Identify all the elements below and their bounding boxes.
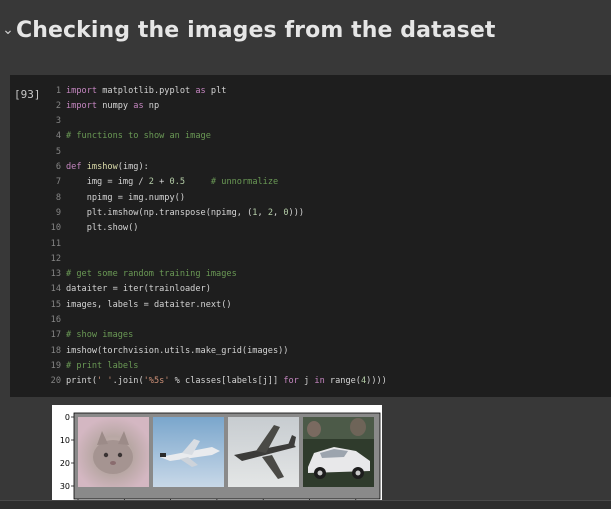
code-line[interactable]: 7 img = img / 2 + 0.5 # unnormalize [10,175,278,190]
code-token: for [283,376,299,387]
section-title: Checking the images from the dataset [16,17,496,43]
code-token: # print labels [66,360,139,371]
code-token: def [66,162,82,172]
execution-count: [93] [14,88,41,101]
horizontal-scrollbar[interactable] [0,500,611,509]
code-line[interactable]: 1 import matplotlib.pyplot as plt [10,83,227,98]
code-token: (img): [117,162,149,172]
code-token: '%5s' [143,376,170,387]
y-axis-ticks: 0 10 20 30 [60,413,74,491]
line-number: 5 [55,146,61,157]
line-number: 15 [50,299,61,310]
code-token: as [195,85,206,96]
code-cell-editor[interactable]: 1 import matplotlib.pyplot as plt 2 import … [10,75,611,397]
code-token: plt.show() [66,223,139,234]
code-token: in [314,376,325,387]
line-number: 10 [50,223,61,234]
code-line[interactable]: 8 npimg = img.numpy() [10,190,185,205]
code-token: matplotlib.pyplot [97,85,196,96]
line-number: 4 [55,131,61,142]
code-line[interactable]: 16 [10,313,66,328]
line-number: 17 [50,330,61,341]
code-token: import [66,100,98,111]
code-token: imshow [86,162,118,172]
code-token: plt [205,85,227,96]
code-token: np [143,100,160,111]
line-number: 12 [50,253,61,264]
y-tick-label: 0 [65,413,70,422]
code-line[interactable]: 5 [10,144,66,159]
code-token: j [298,376,315,387]
code-token: # unnormalize [210,177,279,188]
code-token: ))) [288,207,305,218]
grid-image-airplane [153,417,224,487]
code-token: # show images [66,330,134,341]
code-token: import [66,85,98,96]
code-line[interactable]: 14 dataiter = iter(trainloader) [10,282,211,297]
code-token: .join( [112,376,144,387]
grid-image-cat [78,417,149,487]
code-token: img = img / [66,177,149,188]
line-number: 7 [55,177,61,188]
line-number: 9 [55,207,61,218]
line-number: 18 [50,345,61,356]
code-token: , [257,207,268,218]
code-token: imshow(torchvision.utils.make_grid(image… [66,345,289,356]
code-token: print( [66,376,98,387]
cell-output-image-grid: 0102030 020406080100120 [52,405,382,509]
code-token: as [133,100,144,111]
code-token: % classes[labels[j]] [169,376,284,387]
line-number: 2 [55,100,61,111]
code-token: + [153,177,170,188]
code-line[interactable]: 9 plt.imshow(np.transpose(npimg, (1, 2, … [10,205,304,220]
code-token: ' ' [97,376,113,387]
code-line[interactable]: 10 plt.show() [10,221,139,236]
grid-image-car [303,417,374,487]
code-line[interactable]: 20 print(' ' .join('%5s' % classes[labels[… [10,374,387,389]
line-number: 13 [50,269,61,280]
code-token: )))) [366,376,387,387]
code-token: 0.5 [169,177,186,188]
code-line[interactable]: 18 imshow(torchvision.utils.make_grid(ima… [10,343,289,358]
code-line[interactable]: 3 [10,114,66,129]
line-number: 6 [55,162,61,172]
code-token: # get some random training images [66,269,237,280]
code-token: plt.imshow(np.transpose(npimg, ( [66,207,253,218]
line-number: 19 [50,360,61,371]
y-tick-label: 10 [60,436,70,445]
code-line[interactable]: 13 # get some random training images [10,267,237,282]
image-grid-plot: 0102030 020406080100120 [60,412,381,509]
line-number: 20 [50,376,61,387]
code-token: dataiter = iter(trainloader) [66,284,211,295]
code-token: images, labels = dataiter.next() [66,299,232,310]
section-heading: ⌄ Checking the images from the dataset [0,14,495,46]
code-token: numpy [97,100,134,111]
line-number: 16 [50,315,61,325]
code-token: range( [324,376,361,387]
code-line[interactable]: 17 # show images [10,328,134,343]
code-line[interactable]: 11 [10,236,66,251]
y-tick-label: 30 [60,482,70,491]
collapse-chevron-icon[interactable]: ⌄ [0,22,16,38]
code-line[interactable]: 19 # print labels [10,358,139,373]
code-token: # functions to show an image [66,131,211,142]
code-token: npimg = img.numpy() [66,192,185,203]
code-token: , [273,207,284,218]
code-line[interactable]: 12 [10,251,66,266]
code-line[interactable]: 6 def imshow (img): [10,160,149,175]
grid-image-airplane [228,417,299,487]
line-number: 8 [55,192,61,203]
line-number: 11 [50,238,61,249]
code-line[interactable]: 15 images, labels = dataiter.next() [10,297,232,312]
code-line[interactable]: 4 # functions to show an image [10,129,211,144]
line-number: 14 [50,284,61,295]
y-tick-label: 20 [60,459,70,468]
line-number: 3 [55,116,61,127]
